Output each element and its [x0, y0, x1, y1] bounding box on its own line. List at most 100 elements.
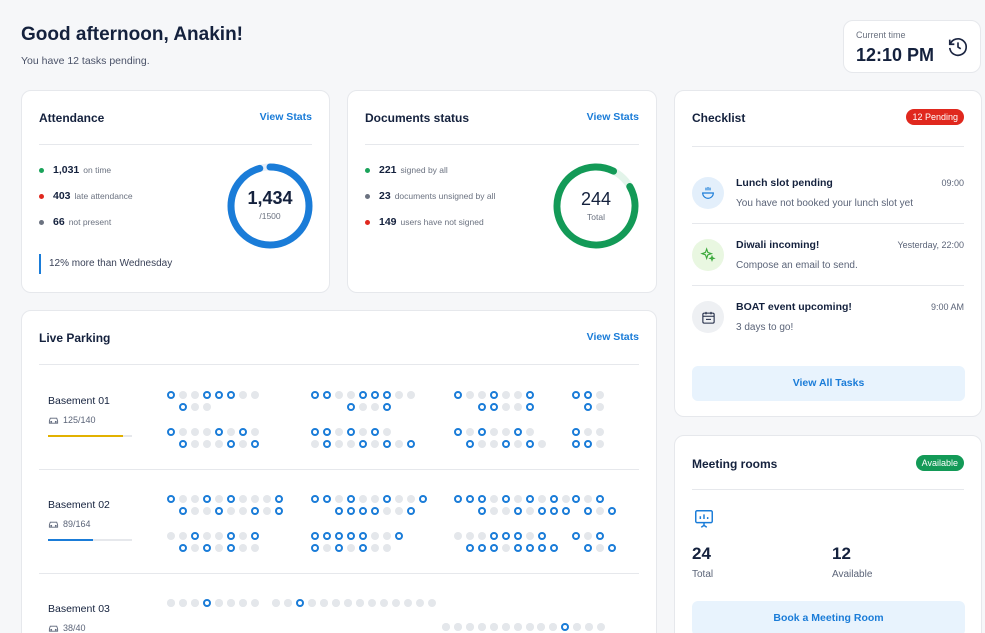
attendance-view-stats-link[interactable]: View Stats: [260, 111, 312, 123]
parking-slot-free[interactable]: [371, 507, 379, 515]
parking-slot-free[interactable]: [596, 532, 604, 540]
parking-slot-free[interactable]: [227, 532, 235, 540]
parking-slot-free[interactable]: [526, 403, 534, 411]
parking-slot-free[interactable]: [526, 440, 534, 448]
parking-slot-free[interactable]: [514, 428, 522, 436]
parking-slot-free[interactable]: [167, 391, 175, 399]
parking-slot-free[interactable]: [371, 391, 379, 399]
parking-slot-free[interactable]: [191, 532, 199, 540]
parking-slot-free[interactable]: [323, 532, 331, 540]
parking-slot-free[interactable]: [572, 391, 580, 399]
parking-slot-free[interactable]: [407, 440, 415, 448]
documents-view-stats-link[interactable]: View Stats: [587, 111, 639, 123]
parking-slot-free[interactable]: [514, 544, 522, 552]
parking-slot-free[interactable]: [584, 507, 592, 515]
parking-slot-free[interactable]: [572, 495, 580, 503]
parking-slot-free[interactable]: [347, 403, 355, 411]
parking-slot-free[interactable]: [466, 544, 474, 552]
parking-slot-free[interactable]: [490, 532, 498, 540]
parking-slot-free[interactable]: [478, 544, 486, 552]
parking-slot-free[interactable]: [347, 507, 355, 515]
parking-slot-free[interactable]: [215, 428, 223, 436]
parking-slot-free[interactable]: [203, 495, 211, 503]
parking-slot-free[interactable]: [514, 532, 522, 540]
parking-slot-free[interactable]: [296, 599, 304, 607]
parking-slot-free[interactable]: [359, 544, 367, 552]
parking-slot-free[interactable]: [608, 544, 616, 552]
parking-slot-free[interactable]: [179, 403, 187, 411]
parking-slot-free[interactable]: [478, 403, 486, 411]
parking-slot-free[interactable]: [167, 495, 175, 503]
parking-slot-free[interactable]: [538, 532, 546, 540]
parking-slot-free[interactable]: [550, 495, 558, 503]
parking-slot-free[interactable]: [395, 532, 403, 540]
parking-slot-free[interactable]: [311, 544, 319, 552]
parking-slot-free[interactable]: [407, 507, 415, 515]
parking-slot-free[interactable]: [419, 495, 427, 503]
parking-slot-free[interactable]: [596, 495, 604, 503]
parking-slot-free[interactable]: [251, 532, 259, 540]
parking-slot-free[interactable]: [502, 532, 510, 540]
book-meeting-room-button[interactable]: Book a Meeting Room: [692, 601, 965, 633]
parking-slot-free[interactable]: [538, 544, 546, 552]
parking-slot-free[interactable]: [203, 599, 211, 607]
parking-slot-free[interactable]: [311, 391, 319, 399]
parking-slot-free[interactable]: [526, 495, 534, 503]
parking-slot-free[interactable]: [502, 440, 510, 448]
parking-slot-free[interactable]: [347, 532, 355, 540]
parking-slot-free[interactable]: [478, 495, 486, 503]
parking-slot-free[interactable]: [490, 544, 498, 552]
parking-slot-free[interactable]: [514, 507, 522, 515]
parking-slot-free[interactable]: [550, 507, 558, 515]
parking-slot-free[interactable]: [572, 532, 580, 540]
parking-slot-free[interactable]: [359, 440, 367, 448]
parking-slot-free[interactable]: [526, 544, 534, 552]
parking-slot-free[interactable]: [179, 440, 187, 448]
parking-slot-free[interactable]: [347, 428, 355, 436]
parking-slot-free[interactable]: [251, 507, 259, 515]
parking-slot-free[interactable]: [466, 495, 474, 503]
parking-slot-free[interactable]: [584, 391, 592, 399]
parking-slot-free[interactable]: [561, 623, 569, 631]
parking-slot-free[interactable]: [454, 391, 462, 399]
parking-slot-free[interactable]: [359, 507, 367, 515]
parking-slot-free[interactable]: [572, 440, 580, 448]
parking-slot-free[interactable]: [478, 507, 486, 515]
parking-slot-free[interactable]: [179, 544, 187, 552]
parking-slot-free[interactable]: [478, 428, 486, 436]
parking-slot-free[interactable]: [490, 391, 498, 399]
parking-slot-free[interactable]: [227, 544, 235, 552]
parking-slot-free[interactable]: [490, 403, 498, 411]
parking-slot-free[interactable]: [215, 507, 223, 515]
parking-slot-free[interactable]: [335, 544, 343, 552]
parking-slot-free[interactable]: [323, 428, 331, 436]
parking-slot-free[interactable]: [215, 391, 223, 399]
parking-slot-free[interactable]: [562, 507, 570, 515]
parking-slot-free[interactable]: [167, 428, 175, 436]
parking-slot-free[interactable]: [311, 495, 319, 503]
parking-slot-free[interactable]: [251, 440, 259, 448]
parking-slot-free[interactable]: [608, 507, 616, 515]
parking-slot-free[interactable]: [227, 391, 235, 399]
parking-slot-free[interactable]: [311, 532, 319, 540]
parking-slot-free[interactable]: [584, 403, 592, 411]
parking-slot-free[interactable]: [275, 507, 283, 515]
parking-slot-free[interactable]: [383, 403, 391, 411]
parking-slot-free[interactable]: [538, 507, 546, 515]
parking-slot-free[interactable]: [311, 428, 319, 436]
parking-slot-free[interactable]: [383, 391, 391, 399]
parking-slot-free[interactable]: [239, 428, 247, 436]
parking-view-stats-link[interactable]: View Stats: [587, 331, 639, 343]
view-all-tasks-button[interactable]: View All Tasks: [692, 366, 965, 401]
parking-slot-free[interactable]: [359, 391, 367, 399]
parking-slot-free[interactable]: [203, 391, 211, 399]
parking-slot-free[interactable]: [466, 440, 474, 448]
parking-slot-free[interactable]: [227, 495, 235, 503]
parking-slot-free[interactable]: [526, 391, 534, 399]
parking-slot-free[interactable]: [275, 495, 283, 503]
parking-slot-free[interactable]: [584, 544, 592, 552]
parking-slot-free[interactable]: [383, 440, 391, 448]
parking-slot-free[interactable]: [323, 495, 331, 503]
parking-slot-free[interactable]: [359, 532, 367, 540]
parking-slot-free[interactable]: [335, 507, 343, 515]
